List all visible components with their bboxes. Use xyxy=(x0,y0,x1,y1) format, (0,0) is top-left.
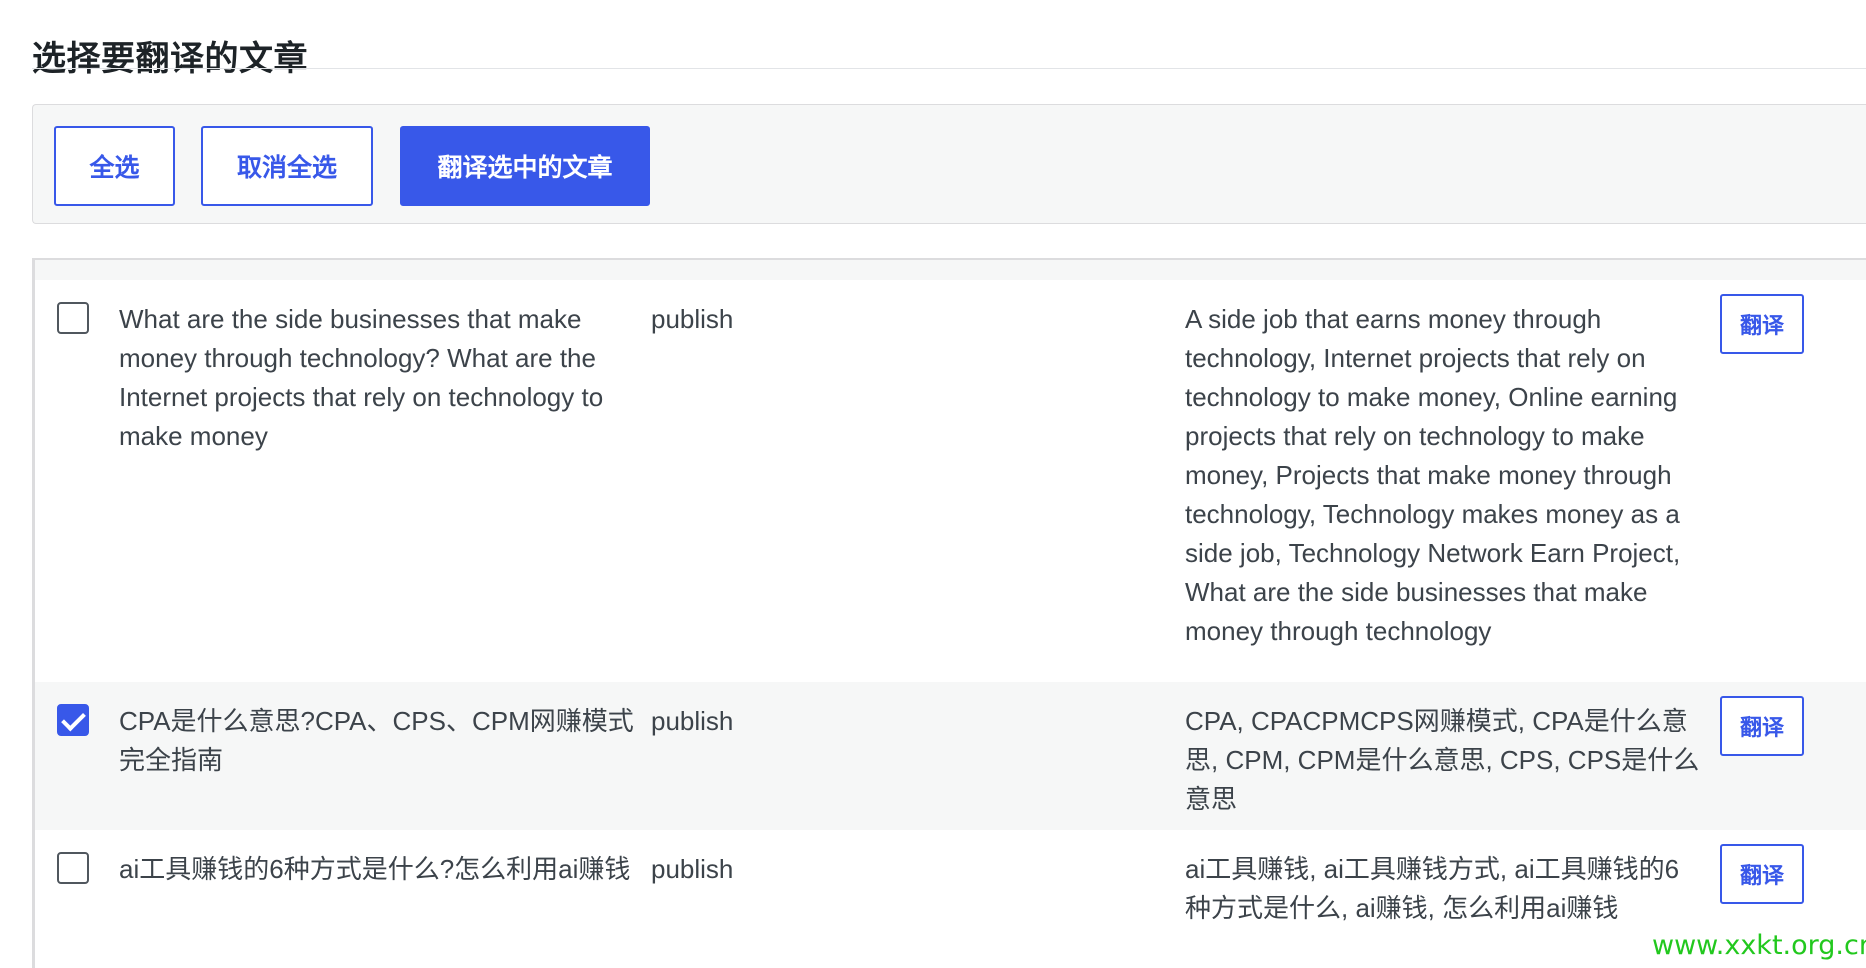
post-title: CPA是什么意思?CPA、CPS、CPM网赚模式完全指南 xyxy=(119,706,634,775)
table-row: ai工具赚钱的6种方式是什么?怎么利用ai赚钱 publish ai工具赚钱, … xyxy=(35,830,1866,968)
page-title: 选择要翻译的文章 xyxy=(32,38,308,79)
posts-table: What are the side businesses that make m… xyxy=(32,258,1866,968)
row-checkbox[interactable] xyxy=(57,302,89,334)
table-row: What are the side businesses that make m… xyxy=(35,280,1866,682)
translate-selected-button[interactable]: 翻译选中的文章 xyxy=(400,126,650,206)
watermark-text: www.xxkt.org.cn xyxy=(1652,930,1866,961)
title-divider xyxy=(32,68,1866,69)
select-all-button[interactable]: 全选 xyxy=(54,126,175,206)
post-keywords: A side job that earns money through tech… xyxy=(1185,304,1681,646)
translate-button[interactable]: 翻译 xyxy=(1720,844,1804,904)
row-checkbox[interactable] xyxy=(57,704,89,736)
post-status: publish xyxy=(651,854,734,884)
translate-button[interactable]: 翻译 xyxy=(1720,294,1804,354)
post-keywords: CPA, CPACPMCPS网赚模式, CPA是什么意思, CPM, CPM是什… xyxy=(1185,706,1700,814)
post-keywords: ai工具赚钱, ai工具赚钱方式, ai工具赚钱的6种方式是什么, ai赚钱, … xyxy=(1185,854,1680,923)
post-status: publish xyxy=(651,304,734,334)
translate-button[interactable]: 翻译 xyxy=(1720,696,1804,756)
row-checkbox[interactable] xyxy=(57,852,89,884)
post-title: ai工具赚钱的6种方式是什么?怎么利用ai赚钱 xyxy=(119,854,631,884)
deselect-all-button[interactable]: 取消全选 xyxy=(201,126,373,206)
post-status: publish xyxy=(651,706,734,736)
bulk-action-toolbar: 全选 取消全选 翻译选中的文章 xyxy=(32,104,1866,224)
post-title: What are the side businesses that make m… xyxy=(119,304,604,451)
table-row: CPA是什么意思?CPA、CPS、CPM网赚模式完全指南 publish CPA… xyxy=(35,682,1866,830)
